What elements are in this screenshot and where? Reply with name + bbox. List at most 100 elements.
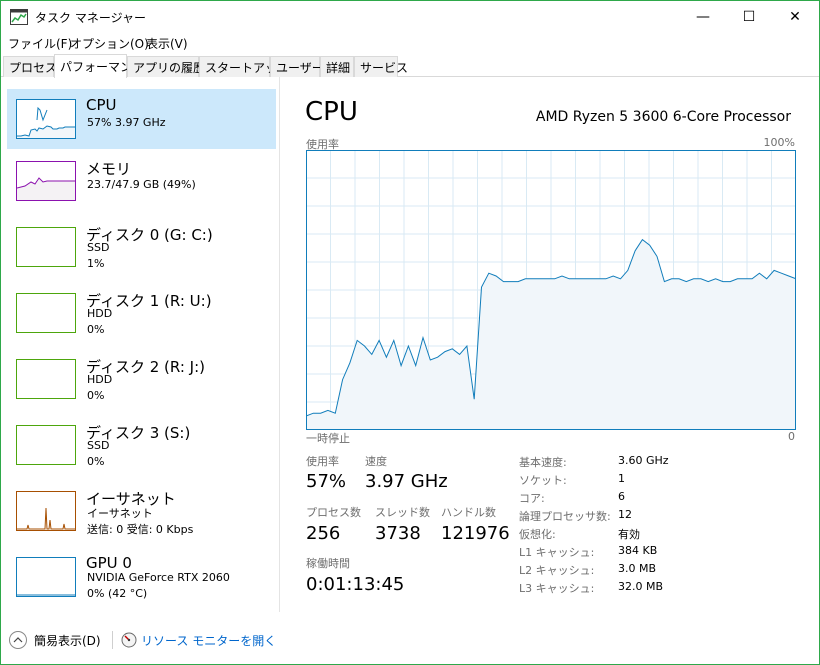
cpu-model-name: AMD Ryzen 5 3600 6-Core Processor xyxy=(535,109,791,125)
tab-services-label: サービス xyxy=(360,61,409,75)
device-title: GPU 0 xyxy=(86,554,132,572)
device-disk-2[interactable]: ディスク 2 (R: J:) HDD 0% xyxy=(7,349,276,409)
usage-label: 使用率 xyxy=(306,455,339,468)
fewer-details-button[interactable]: 簡易表示(D) xyxy=(34,632,101,649)
spec-sockets-label: ソケット: xyxy=(519,474,567,487)
spec-virtualization-value: 有効 xyxy=(618,528,640,541)
cpu-detail-panel: CPU AMD Ryzen 5 3600 6-Core Processor 使用… xyxy=(281,77,819,612)
close-button[interactable]: ✕ xyxy=(772,1,818,33)
usage-value: 57% xyxy=(306,471,347,492)
menu-file[interactable]: ファイル(F) xyxy=(8,35,72,52)
tab-processes-label: プロセス xyxy=(9,61,58,75)
spec-cores-label: コア: xyxy=(519,492,545,505)
device-type: HDD xyxy=(87,307,113,320)
threads-label: スレッド数 xyxy=(375,506,430,519)
device-title: メモリ xyxy=(86,160,132,178)
device-type: SSD xyxy=(87,241,110,254)
device-gpu-0[interactable]: GPU 0 NVIDIA GeForce RTX 2060 0% (42 °C) xyxy=(7,547,276,607)
gpu0-thumbnail-graph xyxy=(16,557,76,597)
spec-l1-cache-value: 384 KB xyxy=(618,544,658,557)
device-type: HDD xyxy=(87,373,113,386)
handles-label: ハンドル数 xyxy=(441,506,496,519)
device-usage: 0% (42 °C) xyxy=(87,587,148,600)
spec-l3-cache-value: 32.0 MB xyxy=(618,580,664,593)
window-title: タスク マネージャー xyxy=(35,11,146,25)
device-memory[interactable]: メモリ 23.7/47.9 GB (49%) xyxy=(7,151,276,211)
device-usage: 0% xyxy=(87,455,105,468)
device-disk-0[interactable]: ディスク 0 (G: C:) SSD 1% xyxy=(7,217,276,277)
speed-label: 速度 xyxy=(365,455,387,468)
device-detail: 23.7/47.9 GB (49%) xyxy=(87,178,196,191)
minimize-icon: — xyxy=(696,9,710,25)
spec-l1-cache-label: L1 キャッシュ: xyxy=(519,546,595,559)
disk3-thumbnail-graph xyxy=(16,425,76,465)
tab-services[interactable]: サービス xyxy=(354,56,408,77)
graph-time-label: 一時停止 xyxy=(306,432,350,445)
menu-options[interactable]: オプション(O) xyxy=(70,35,149,52)
uptime-label: 稼働時間 xyxy=(306,557,350,570)
close-icon: ✕ xyxy=(789,9,801,25)
spec-logical-processors-label: 論理プロセッサ数: xyxy=(519,510,611,523)
spec-base-speed-value: 3.60 GHz xyxy=(618,454,669,467)
menu-view[interactable]: 表示(V) xyxy=(146,35,188,52)
menu-bar: ファイル(F) オプション(O) 表示(V) xyxy=(1,33,819,53)
spec-sockets-value: 1 xyxy=(618,472,625,485)
processes-value: 256 xyxy=(306,523,341,544)
device-disk-3[interactable]: ディスク 3 (S:) SSD 0% xyxy=(7,415,276,475)
disk2-thumbnail-graph xyxy=(16,359,76,399)
uptime-value: 0:01:13:45 xyxy=(306,574,405,595)
device-ethernet[interactable]: イーサネット イーサネット 送信: 0 受信: 0 Kbps xyxy=(7,481,276,541)
graph-time-zero: 0 xyxy=(788,430,795,443)
bottom-bar: 簡易表示(D) リソース モニターを開く xyxy=(1,621,819,661)
device-type: SSD xyxy=(87,439,110,452)
spec-l2-cache-value: 3.0 MB xyxy=(618,562,657,575)
spec-l2-cache-label: L2 キャッシュ: xyxy=(519,564,595,577)
task-manager-window: タスク マネージャー — ☐ ✕ ファイル(F) オプション(O) 表示(V) … xyxy=(0,0,820,665)
device-adapter: イーサネット xyxy=(87,507,153,520)
device-title: CPU xyxy=(86,96,117,114)
cpu-thumbnail-graph xyxy=(16,99,76,139)
spec-l3-cache-label: L3 キャッシュ: xyxy=(519,582,595,595)
device-throughput: 送信: 0 受信: 0 Kbps xyxy=(87,523,194,536)
device-cpu[interactable]: CPU 57% 3.97 GHz xyxy=(7,89,276,149)
disk1-thumbnail-graph xyxy=(16,293,76,333)
tab-details-label: 詳細 xyxy=(326,61,351,75)
open-resource-monitor-link[interactable]: リソース モニターを開く xyxy=(141,632,276,649)
tab-startup[interactable]: スタートアップ xyxy=(199,56,289,77)
device-usage: 1% xyxy=(87,257,105,270)
spec-virtualization-label: 仮想化: xyxy=(519,528,556,541)
maximize-icon: ☐ xyxy=(742,9,756,25)
maximize-button[interactable]: ☐ xyxy=(726,1,772,33)
tab-users[interactable]: ユーザー xyxy=(270,56,324,77)
minimize-button[interactable]: — xyxy=(680,1,726,33)
processes-label: プロセス数 xyxy=(306,506,361,519)
cpu-usage-graph[interactable] xyxy=(306,150,796,430)
device-usage: 0% xyxy=(87,323,105,336)
disk0-thumbnail-graph xyxy=(16,227,76,267)
divider xyxy=(112,631,113,649)
spec-base-speed-label: 基本速度: xyxy=(519,456,567,469)
chevron-up-circle-icon[interactable] xyxy=(9,631,27,649)
device-usage: 0% xyxy=(87,389,105,402)
tab-app-history[interactable]: アプリの履歴 xyxy=(127,56,205,77)
task-manager-app-icon xyxy=(10,9,28,25)
threads-value: 3738 xyxy=(375,523,421,544)
tab-performance[interactable]: パフォーマンス xyxy=(54,54,144,78)
device-model: NVIDIA GeForce RTX 2060 xyxy=(87,571,230,584)
spec-logical-processors-value: 12 xyxy=(618,508,632,521)
device-disk-1[interactable]: ディスク 1 (R: U:) HDD 0% xyxy=(7,283,276,343)
tab-users-label: ユーザー xyxy=(276,61,324,75)
handles-value: 121976 xyxy=(441,523,510,544)
tab-bar: プロセス パフォーマンス アプリの履歴 スタートアップ ユーザー 詳細 サービス xyxy=(1,54,819,78)
speed-value: 3.97 GHz xyxy=(365,471,448,492)
tab-details[interactable]: 詳細 xyxy=(320,56,354,77)
page-title: CPU xyxy=(305,97,358,127)
resource-monitor-icon xyxy=(121,632,137,648)
ethernet-thumbnail-graph xyxy=(16,491,76,531)
memory-thumbnail-graph xyxy=(16,161,76,201)
title-bar[interactable]: タスク マネージャー — ☐ ✕ xyxy=(1,1,819,33)
tab-processes[interactable]: プロセス xyxy=(3,56,58,77)
graph-y-max: 100% xyxy=(763,136,795,149)
device-list: CPU 57% 3.97 GHz メモリ 23.7/47.9 GB (49%) … xyxy=(1,77,280,612)
spec-cores-value: 6 xyxy=(618,490,625,503)
